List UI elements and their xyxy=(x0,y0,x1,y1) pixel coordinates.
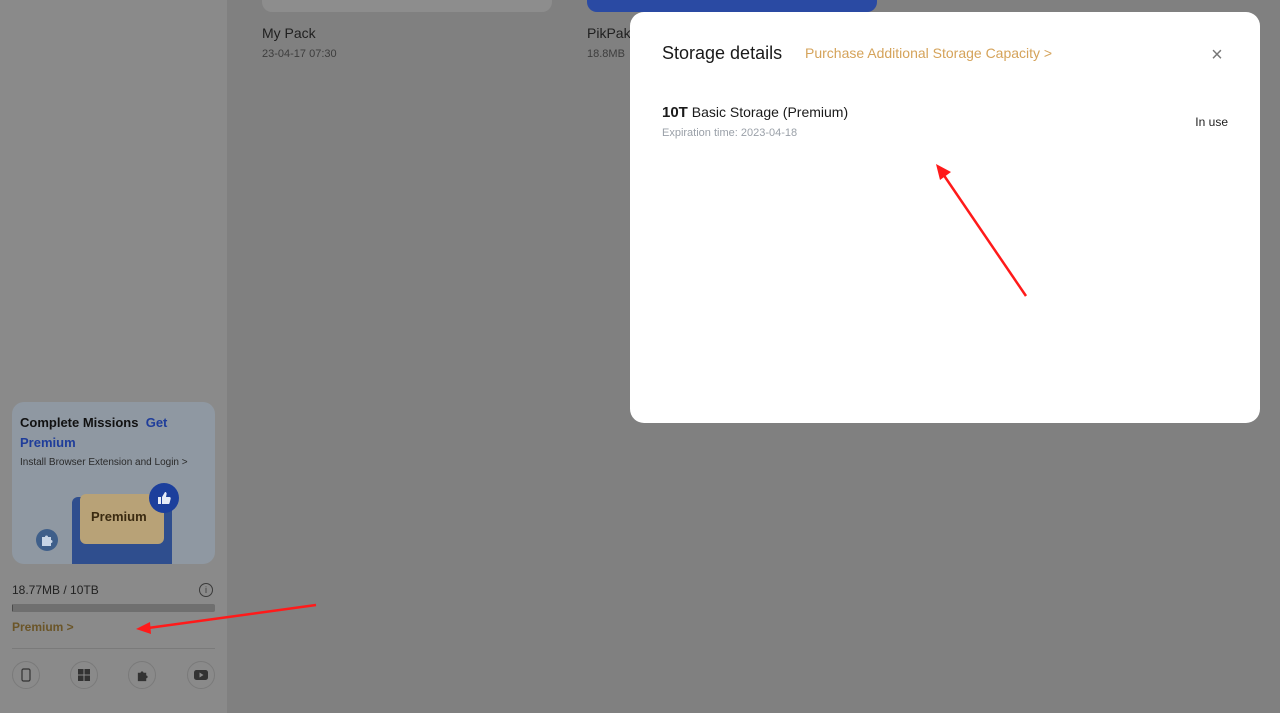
file-name[interactable]: My Pack xyxy=(262,25,316,41)
thumbs-up-icon xyxy=(149,483,179,513)
storage-label: Basic Storage (Premium) xyxy=(691,104,849,120)
extension-icon[interactable] xyxy=(128,661,156,689)
file-size: 18.8MB xyxy=(587,48,625,60)
phone-icon[interactable] xyxy=(12,661,40,689)
modal-title: Storage details xyxy=(662,43,783,63)
storage-usage-fill xyxy=(12,604,13,612)
premium-link[interactable]: Premium > xyxy=(12,620,74,634)
file-card-thumbnail[interactable] xyxy=(587,0,877,12)
divider xyxy=(12,648,215,649)
youtube-icon[interactable] xyxy=(187,661,215,689)
storage-status: In use xyxy=(1195,115,1228,129)
close-icon[interactable]: × xyxy=(1205,43,1229,67)
promo-premium-badge: Premium xyxy=(91,509,147,524)
expiration-time: Expiration time: 2023-04-18 xyxy=(662,127,798,139)
promo-card[interactable]: Complete Missions Get Premium Install Br… xyxy=(12,402,215,564)
storage-details-modal: Storage details Purchase Additional Stor… xyxy=(630,12,1260,423)
file-date: 23-04-17 07:30 xyxy=(262,48,337,60)
windows-icon[interactable] xyxy=(70,661,98,689)
storage-usage-bar xyxy=(12,604,215,612)
storage-usage-text: 18.77MB / 10TB xyxy=(12,583,99,597)
info-icon[interactable]: i xyxy=(199,583,213,597)
promo-title: Complete Missions Get Premium xyxy=(20,415,168,450)
purchase-storage-link[interactable]: Purchase Additional Storage Capacity > xyxy=(805,45,1052,61)
file-card-thumbnail[interactable] xyxy=(262,0,552,12)
file-name[interactable]: PikPak xyxy=(587,25,631,41)
storage-amount: 10T xyxy=(662,104,688,121)
storage-item-name: 10T Basic Storage (Premium) xyxy=(662,104,848,121)
puzzle-icon xyxy=(36,529,58,551)
promo-subtitle-link[interactable]: Install Browser Extension and Login > xyxy=(20,457,188,468)
